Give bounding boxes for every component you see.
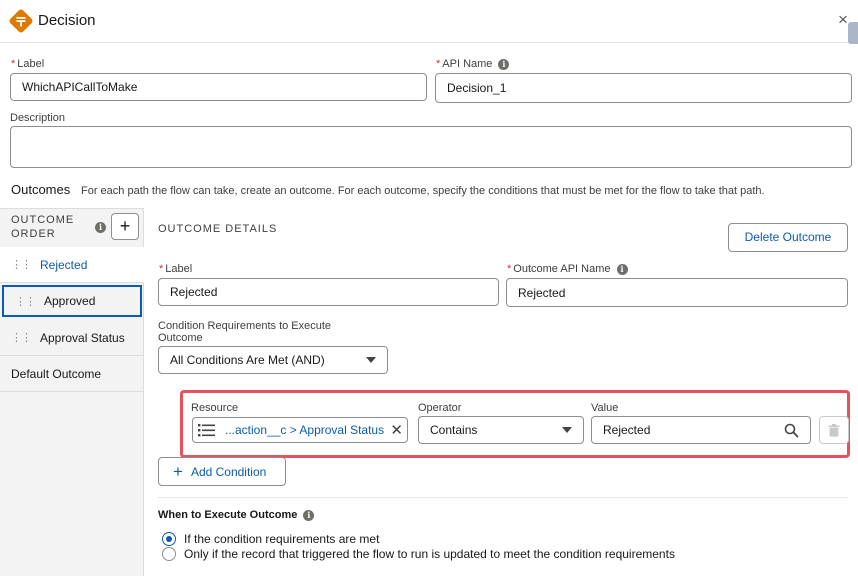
info-icon[interactable]: i — [95, 222, 106, 233]
chevron-down-icon — [562, 427, 572, 433]
description-textarea[interactable] — [10, 126, 852, 168]
outcome-label-field-label: * Label — [159, 263, 193, 275]
radio-button[interactable] — [162, 532, 176, 546]
outcome-order-title: OUTCOME ORDER — [11, 214, 75, 240]
outcome-api-name-field-label: * Outcome API Name i — [507, 263, 628, 275]
sidebar-item-default-outcome[interactable]: Default Outcome — [0, 356, 144, 392]
outcomes-description: For each path the flow can take, create … — [81, 185, 765, 197]
info-icon[interactable]: i — [616, 263, 628, 275]
api-name-input[interactable]: Decision_1 — [435, 73, 852, 103]
modal-title: Decision — [38, 12, 96, 29]
condition-requirements-select[interactable]: All Conditions Are Met (AND) — [158, 346, 388, 374]
drag-handle-icon[interactable]: ⋮⋮ — [15, 295, 36, 308]
outcome-api-name-input[interactable]: Rejected — [506, 278, 848, 307]
value-input[interactable]: Rejected — [591, 416, 811, 444]
drag-handle-icon[interactable]: ⋮⋮ — [11, 258, 32, 271]
value-label: Value — [591, 402, 619, 414]
side-panel-tab[interactable] — [848, 22, 858, 44]
list-icon — [198, 424, 215, 437]
info-icon[interactable]: i — [303, 509, 315, 521]
api-name-field-label: * API Name i — [436, 58, 510, 70]
search-icon[interactable] — [784, 423, 799, 438]
label-input[interactable]: WhichAPICallToMake — [10, 73, 427, 101]
radio-option-record-updated[interactable]: Only if the record that triggered the fl… — [162, 547, 675, 561]
info-icon[interactable]: i — [498, 58, 510, 70]
resource-value: ...action__c > Approval Status — [225, 423, 385, 437]
modal-header — [0, 0, 858, 43]
close-icon[interactable]: × — [838, 11, 848, 28]
sidebar-item-approval-status[interactable]: ⋮⋮ Approval Status — [0, 320, 144, 356]
clear-icon[interactable]: ✕ — [390, 423, 403, 438]
radio-button[interactable] — [162, 547, 176, 561]
operator-select[interactable]: Contains — [418, 416, 584, 444]
label-field-label: * Label — [11, 58, 45, 70]
sidebar-item-rejected[interactable]: ⋮⋮ Rejected — [0, 247, 144, 283]
decision-icon — [9, 9, 33, 33]
delete-outcome-button[interactable]: Delete Outcome — [728, 223, 848, 252]
divider — [158, 497, 848, 498]
trash-icon — [828, 424, 840, 437]
drag-handle-icon[interactable]: ⋮⋮ — [11, 331, 32, 344]
description-field-label: Description — [10, 112, 66, 124]
resource-label: Resource — [191, 402, 239, 414]
outcomes-heading: Outcomes — [11, 182, 71, 197]
plus-icon: + — [173, 462, 183, 481]
when-to-execute-title: When to Execute Outcome i — [158, 509, 315, 521]
operator-label: Operator — [418, 402, 462, 414]
radio-option-condition-met[interactable]: If the condition requirements are met — [162, 532, 379, 546]
add-condition-button[interactable]: + Add Condition — [158, 457, 286, 486]
outcome-details-title: OUTCOME DETAILS — [158, 223, 278, 235]
chevron-down-icon — [366, 357, 376, 363]
outcome-label-input[interactable]: Rejected — [158, 278, 499, 306]
condition-requirements-label: Condition Requirements to Execute Outcom… — [158, 320, 332, 344]
delete-condition-button[interactable] — [819, 416, 849, 444]
resource-pill[interactable]: ...action__c > Approval Status ✕ — [192, 417, 408, 443]
sidebar-item-approved[interactable]: ⋮⋮ Approved — [2, 285, 142, 317]
add-outcome-button[interactable]: + — [111, 213, 139, 240]
